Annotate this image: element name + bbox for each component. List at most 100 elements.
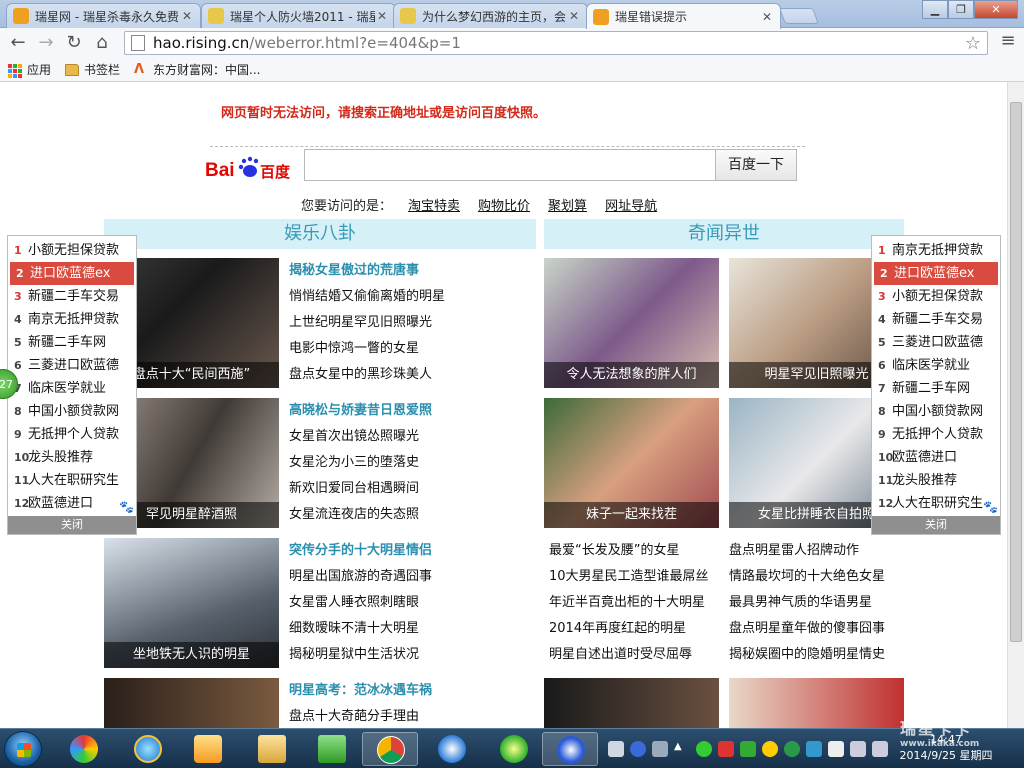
section-title-entertainment[interactable]: 娱乐八卦 <box>104 219 536 249</box>
close-icon[interactable]: ✕ <box>375 9 389 23</box>
news-thumbnail[interactable] <box>729 678 904 728</box>
taskbar-app-chrome[interactable] <box>362 732 418 766</box>
news-link[interactable]: 最爱“长发及腰”的女星 <box>549 538 709 564</box>
rank-item[interactable]: 8 中国小额贷款网 <box>872 400 1000 423</box>
tab-rising-error[interactable]: 瑞星错误提示 ✕ <box>586 3 781 29</box>
news-link[interactable]: 女星沦为小三的堕落史 <box>289 450 469 476</box>
rank-item[interactable]: 12 欧蓝德进口 <box>8 492 136 515</box>
taskbar-app-ie[interactable] <box>120 732 176 766</box>
rank-item[interactable]: 9 无抵押个人贷款 <box>8 423 136 446</box>
news-link[interactable]: 盘点十大奇葩分手理由 <box>289 704 469 728</box>
taskbar-app-music[interactable] <box>486 732 542 766</box>
news-link[interactable]: 新欢旧爱同台相遇瞬间 <box>289 476 469 502</box>
rank-item[interactable]: 6 三菱进口欧蓝德 <box>8 354 136 377</box>
antivirus-icon[interactable] <box>718 741 734 757</box>
news-link[interactable]: 明星自述出道时受尽屈辱 <box>549 642 709 668</box>
rank-close-button[interactable]: 关闭 <box>872 516 1000 534</box>
link-web-nav[interactable]: 网址导航 <box>605 195 657 214</box>
news-link[interactable]: 明星出国旅游的奇遇囧事 <box>289 564 469 590</box>
news-thumbnail[interactable] <box>544 678 719 728</box>
security-icon[interactable] <box>696 741 712 757</box>
news-link[interactable]: 电影中惊鸿一瞥的女星 <box>289 336 469 362</box>
address-bar[interactable]: hao.rising.cn/weberror.html?e=404&p=1 ☆ <box>124 31 988 55</box>
news-thumbnail[interactable]: 妹子一起来找茬 <box>544 398 719 528</box>
rank-item[interactable]: 8 中国小额贷款网 <box>8 400 136 423</box>
close-icon[interactable]: ✕ <box>760 10 774 24</box>
news-link[interactable]: 揭秘娱圈中的隐婚明星情史 <box>729 642 885 668</box>
rank-item[interactable]: 3 小额无担保贷款 <box>872 285 1000 308</box>
menu-icon[interactable]: ≡ <box>996 30 1020 56</box>
rank-item[interactable]: 1 南京无抵押贷款 <box>872 239 1000 262</box>
volume-icon[interactable] <box>872 741 888 757</box>
taskbar-app-rising[interactable] <box>542 732 598 766</box>
news-headline[interactable]: 突传分手的十大明星情侣 <box>289 538 469 564</box>
start-button[interactable] <box>4 731 42 767</box>
bookmark-eastmoney[interactable]: ᐱ 东方财富网：中国... <box>134 61 260 78</box>
baidu-search-input[interactable] <box>304 149 716 181</box>
rank-item[interactable]: 7 临床医学就业 <box>8 377 136 400</box>
news-link[interactable]: 2014年再度红起的明星 <box>549 616 709 642</box>
close-icon[interactable]: ✕ <box>180 9 194 23</box>
rank-item[interactable]: 2 进口欧蓝德ex <box>10 262 134 285</box>
rank-item[interactable]: 11 龙头股推荐 <box>872 469 1000 492</box>
flag-icon[interactable] <box>828 741 844 757</box>
link-taobao-sale[interactable]: 淘宝特卖 <box>408 195 460 214</box>
link-juhuasuan[interactable]: 聚划算 <box>548 195 587 214</box>
news-link[interactable]: 悄悄结婚又偷偷离婚的明星 <box>289 284 469 310</box>
page-scrollbar[interactable] <box>1007 82 1024 728</box>
rank-item[interactable]: 6 临床医学就业 <box>872 354 1000 377</box>
forward-arrow-icon[interactable]: → <box>32 30 60 56</box>
rank-item[interactable]: 4 新疆二手车交易 <box>872 308 1000 331</box>
news-headline[interactable]: 高晓松与娇妻昔日恩爱照 <box>289 398 469 424</box>
news-thumbnail[interactable] <box>104 678 279 728</box>
restore-button[interactable]: ❐ <box>948 0 974 19</box>
tab-rising-firewall[interactable]: 瑞星个人防火墙2011 - 瑞星 ✕ <box>201 3 396 28</box>
keyboard-icon[interactable] <box>608 741 624 757</box>
rank-item[interactable]: 11 人大在职研究生 <box>8 469 136 492</box>
tab-rising-home[interactable]: 瑞星网 - 瑞星杀毒永久免费 ✕ <box>6 3 201 28</box>
rank-item[interactable]: 4 南京无抵押贷款 <box>8 308 136 331</box>
news-link[interactable]: 盘点女星中的黑珍珠美人 <box>289 362 469 388</box>
network-icon[interactable] <box>850 741 866 757</box>
baidu-search-button[interactable]: 百度一下 <box>715 149 797 181</box>
news-link[interactable]: 盘点明星童年做的傻事囧事 <box>729 616 885 642</box>
help-icon[interactable] <box>630 741 646 757</box>
section-title-oddities[interactable]: 奇闻异世 <box>544 219 904 249</box>
taskbar-app-toolbox[interactable] <box>304 732 360 766</box>
close-window-button[interactable]: ✕ <box>974 0 1018 19</box>
news-link[interactable]: 女星流连夜店的失态照 <box>289 502 469 528</box>
news-thumbnail[interactable]: 坐地铁无人识的明星 <box>104 538 279 668</box>
news-link[interactable]: 细数暧昧不清十大明星 <box>289 616 469 642</box>
news-link[interactable]: 上世纪明星罕见旧照曝光 <box>289 310 469 336</box>
rank-item[interactable]: 12 人大在职研究生 <box>872 492 1000 515</box>
link-price-compare[interactable]: 购物比价 <box>478 195 530 214</box>
bookmark-star-icon[interactable]: ☆ <box>965 33 981 54</box>
news-link[interactable]: 女星首次出镜怂照曝光 <box>289 424 469 450</box>
news-link[interactable]: 揭秘明星狱中生活状况 <box>289 642 469 668</box>
shield-icon[interactable] <box>806 741 822 757</box>
rank-item[interactable]: 5 新疆二手车网 <box>8 331 136 354</box>
bookmark-apps[interactable]: 应用 <box>8 61 51 78</box>
rank-item[interactable]: 7 新疆二手车网 <box>872 377 1000 400</box>
taskbar-app-explorer[interactable] <box>244 732 300 766</box>
taskbar-app-sogou[interactable] <box>424 732 480 766</box>
rank-item[interactable]: 2 进口欧蓝德ex <box>874 262 998 285</box>
rank-item[interactable]: 1 小额无担保贷款 <box>8 239 136 262</box>
rank-item[interactable]: 10 龙头股推荐 <box>8 446 136 469</box>
rank-item[interactable]: 10 欧蓝德进口 <box>872 446 1000 469</box>
news-thumbnail[interactable]: 令人无法想象的胖人们 <box>544 258 719 388</box>
close-icon[interactable]: ✕ <box>567 9 581 23</box>
home-icon[interactable]: ⌂ <box>88 30 116 56</box>
news-link[interactable]: 女星雷人睡衣照刺瞎眼 <box>289 590 469 616</box>
taskbar-app-pinwheel[interactable] <box>56 732 112 766</box>
scrollbar-thumb[interactable] <box>1010 102 1022 642</box>
rank-item[interactable]: 3 新疆二手车交易 <box>8 285 136 308</box>
umbrella-icon[interactable] <box>784 741 800 757</box>
tab-mhxy-question[interactable]: 为什么梦幻西游的主页，会... ✕ <box>393 3 588 28</box>
news-link[interactable]: 情路最坎坷的十大绝色女星 <box>729 564 885 590</box>
news-headline[interactable]: 明星高考：范冰冰遇车祸 <box>289 678 469 704</box>
tray-arrow-icon[interactable]: ▲ <box>674 741 690 757</box>
news-link[interactable]: 10大男星民工造型谁最屌丝 <box>549 564 709 590</box>
rank-close-button[interactable]: 关闭 <box>8 516 136 534</box>
bookmark-folder[interactable]: 书签栏 <box>65 61 120 78</box>
